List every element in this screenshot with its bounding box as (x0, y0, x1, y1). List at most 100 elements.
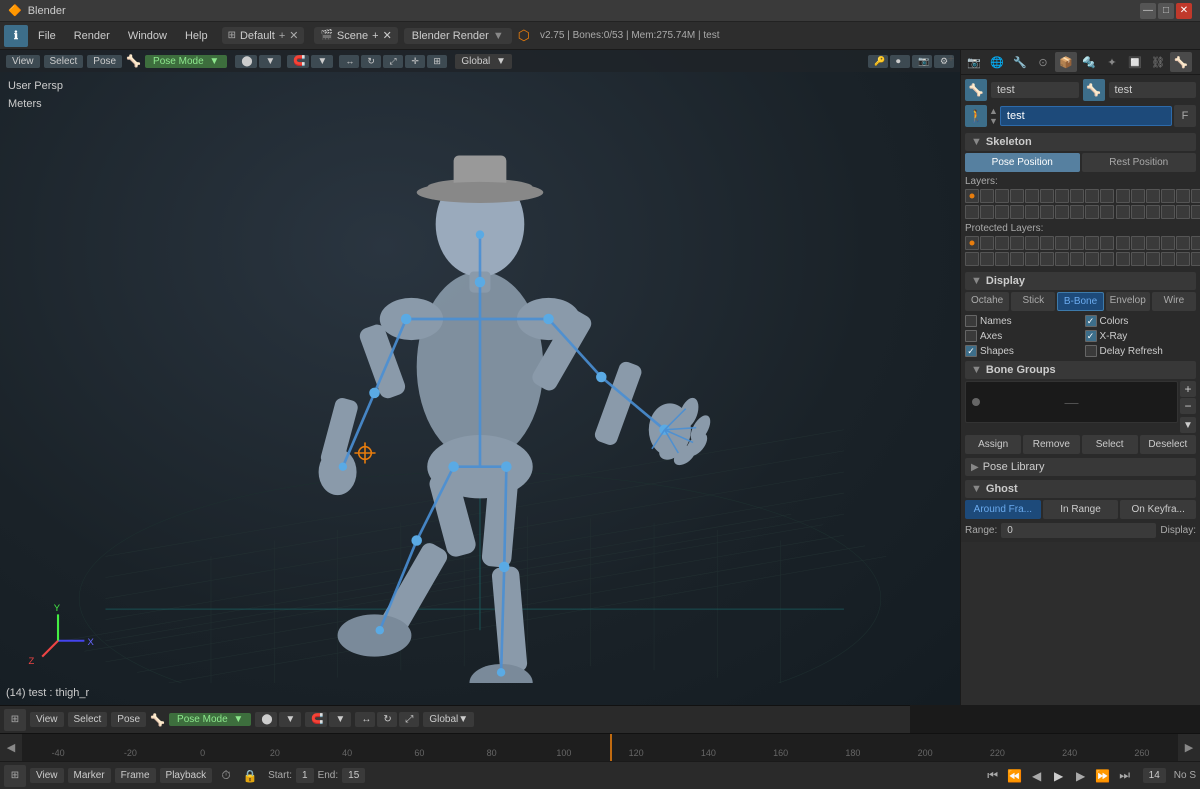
layer-cell-25[interactable] (1025, 205, 1039, 219)
grab-icon[interactable]: ↔ (339, 55, 359, 68)
prot-layer-cell-32[interactable] (1131, 252, 1145, 266)
layer-cell-21[interactable] (965, 205, 979, 219)
layer-cell-8[interactable] (1070, 189, 1084, 203)
end-value[interactable]: 15 (342, 768, 365, 783)
workspace-close-btn[interactable]: ✕ (289, 29, 298, 42)
workspace-add-btn[interactable]: + (279, 30, 285, 42)
viewport-3d[interactable]: View Select Pose 🦴 Pose Mode ▼ ⬤ ▼ 🧲 ▼ ↔… (0, 50, 960, 705)
info-icon[interactable]: ℹ (4, 25, 28, 47)
panel-icon-modifier[interactable]: 🔩 (1078, 52, 1100, 72)
prot-layer-cell-33[interactable] (1146, 252, 1160, 266)
footer-pose-btn[interactable]: Pose (111, 712, 146, 727)
footer-mode-selector[interactable]: Pose Mode ▼ (169, 713, 251, 726)
layer-cell-36[interactable] (1191, 205, 1200, 219)
panel-icon-constraints[interactable]: ⛓ (1147, 52, 1169, 72)
keyframe-icon[interactable]: 🔑 (868, 55, 888, 68)
layer-cell-23[interactable] (995, 205, 1009, 219)
prot-layer-cell-11[interactable] (1116, 236, 1130, 250)
layer-cell-5[interactable] (1025, 189, 1039, 203)
layer-cell-1[interactable] (965, 189, 979, 203)
footer-grab-icon[interactable]: ↔ (355, 712, 375, 727)
footer-snap-toggle[interactable]: ▼ (329, 712, 351, 727)
prot-layer-cell-13[interactable] (1146, 236, 1160, 250)
layer-cell-30[interactable] (1100, 205, 1114, 219)
layer-cell-14[interactable] (1161, 189, 1175, 203)
up-down-arrows[interactable]: ▲▼ (989, 106, 998, 126)
panel-icon-camera[interactable]: 📷 (963, 52, 985, 72)
panel-icon-physics[interactable]: 🔲 (1124, 52, 1146, 72)
footer-rotate-icon[interactable]: ↻ (377, 712, 397, 727)
snap-toggle[interactable]: ▼ (311, 55, 333, 68)
prot-layer-cell-23[interactable] (995, 252, 1009, 266)
play-btn[interactable]: ▶ (1049, 766, 1069, 786)
layer-cell-29[interactable] (1085, 205, 1099, 219)
layer-cell-12[interactable] (1131, 189, 1145, 203)
prev-keyframe-btn[interactable]: ◀ (1027, 766, 1047, 786)
timeline-scroll-left[interactable]: ◀ (0, 734, 22, 762)
bone-group-add-btn[interactable]: + (1180, 381, 1196, 397)
panel-icon-particles[interactable]: ✦ (1101, 52, 1123, 72)
close-btn[interactable]: ✕ (1176, 3, 1192, 19)
rotate-icon[interactable]: ↻ (361, 55, 381, 68)
layer-cell-34[interactable] (1161, 205, 1175, 219)
active-object-label[interactable]: test (991, 82, 1079, 98)
remove-btn[interactable]: Remove (1023, 435, 1079, 454)
play-end-btn[interactable]: ⏭ (1115, 766, 1135, 786)
armature-name-input[interactable]: test (1000, 106, 1172, 126)
scene-add-btn[interactable]: + (372, 30, 378, 42)
next-frame-btn[interactable]: ⏩ (1093, 766, 1113, 786)
panel-icon-render[interactable]: 🔧 (1009, 52, 1031, 72)
prot-layer-cell-22[interactable] (980, 252, 994, 266)
layer-cell-24[interactable] (1010, 205, 1024, 219)
render-shading-btn[interactable]: ▼ (259, 55, 281, 68)
bottom-marker-btn[interactable]: Marker (68, 768, 111, 783)
viewport-pose-menu[interactable]: Pose (87, 55, 122, 68)
layer-cell-10[interactable] (1100, 189, 1114, 203)
envelop-btn[interactable]: Envelop (1106, 292, 1150, 311)
layer-cell-6[interactable] (1040, 189, 1054, 203)
assign-btn[interactable]: Assign (965, 435, 1021, 454)
viewport-select-menu[interactable]: Select (44, 55, 84, 68)
footer-view-icon[interactable]: ⊞ (4, 709, 26, 731)
bone-group-remove-btn[interactable]: − (1180, 398, 1196, 414)
scale-icon[interactable]: ⤢ (383, 55, 403, 68)
layer-cell-35[interactable] (1176, 205, 1190, 219)
timeline-scroll-right[interactable]: ▶ (1178, 734, 1200, 762)
panel-icon-object[interactable]: 📦 (1055, 52, 1077, 72)
layer-cell-13[interactable] (1146, 189, 1160, 203)
next-keyframe-btn[interactable]: ▶ (1071, 766, 1091, 786)
bottom-view-btn[interactable]: View (30, 768, 64, 783)
bottom-frame-btn[interactable]: Frame (115, 768, 156, 783)
bottom-lock-icon[interactable]: 🔒 (240, 766, 260, 786)
workspace-selector[interactable]: ⊞ Default + ✕ (222, 27, 305, 44)
scene-close-btn[interactable]: ✕ (383, 29, 392, 42)
fake-user-btn[interactable]: F (1174, 105, 1196, 127)
prot-layer-cell-15[interactable] (1176, 236, 1190, 250)
bone-groups-section-header[interactable]: ▼ Bone Groups (965, 361, 1196, 379)
play-start-btn[interactable]: ⏮ (983, 766, 1003, 786)
viewport-add-btn[interactable]: + (942, 50, 960, 68)
prot-layer-cell-21[interactable] (965, 252, 979, 266)
footer-orientation[interactable]: Global▼ (423, 712, 474, 727)
record-icon[interactable]: ⏺ (890, 55, 910, 68)
prot-layer-cell-6[interactable] (1040, 236, 1054, 250)
menu-render[interactable]: Render (66, 28, 118, 44)
scene-selector[interactable]: 🎬 Scene + ✕ (314, 27, 397, 44)
range-input[interactable]: 0 (1001, 523, 1156, 538)
maximize-btn[interactable]: □ (1158, 3, 1174, 19)
shapes-checkbox[interactable] (965, 345, 977, 357)
layer-cell-26[interactable] (1040, 205, 1054, 219)
select-btn[interactable]: Select (1082, 435, 1138, 454)
ghost-section-header[interactable]: ▼ Ghost (965, 480, 1196, 498)
layer-cell-2[interactable] (980, 189, 994, 203)
transform-icon[interactable]: ✛ (405, 55, 425, 68)
orientation-selector[interactable]: Global ▼ (455, 54, 512, 69)
menu-file[interactable]: File (30, 28, 64, 44)
on-keyfra-btn[interactable]: On Keyfra... (1120, 500, 1196, 519)
panel-icon-data[interactable]: 🦴 (1170, 52, 1192, 72)
camera-icon[interactable]: 📷 (912, 55, 932, 68)
prot-layer-cell-2[interactable] (980, 236, 994, 250)
timeline-numbers-track[interactable]: -40 -20 0 20 40 60 80 100 120 140 160 18… (22, 734, 1178, 761)
layer-cell-31[interactable] (1116, 205, 1130, 219)
layer-cell-11[interactable] (1116, 189, 1130, 203)
